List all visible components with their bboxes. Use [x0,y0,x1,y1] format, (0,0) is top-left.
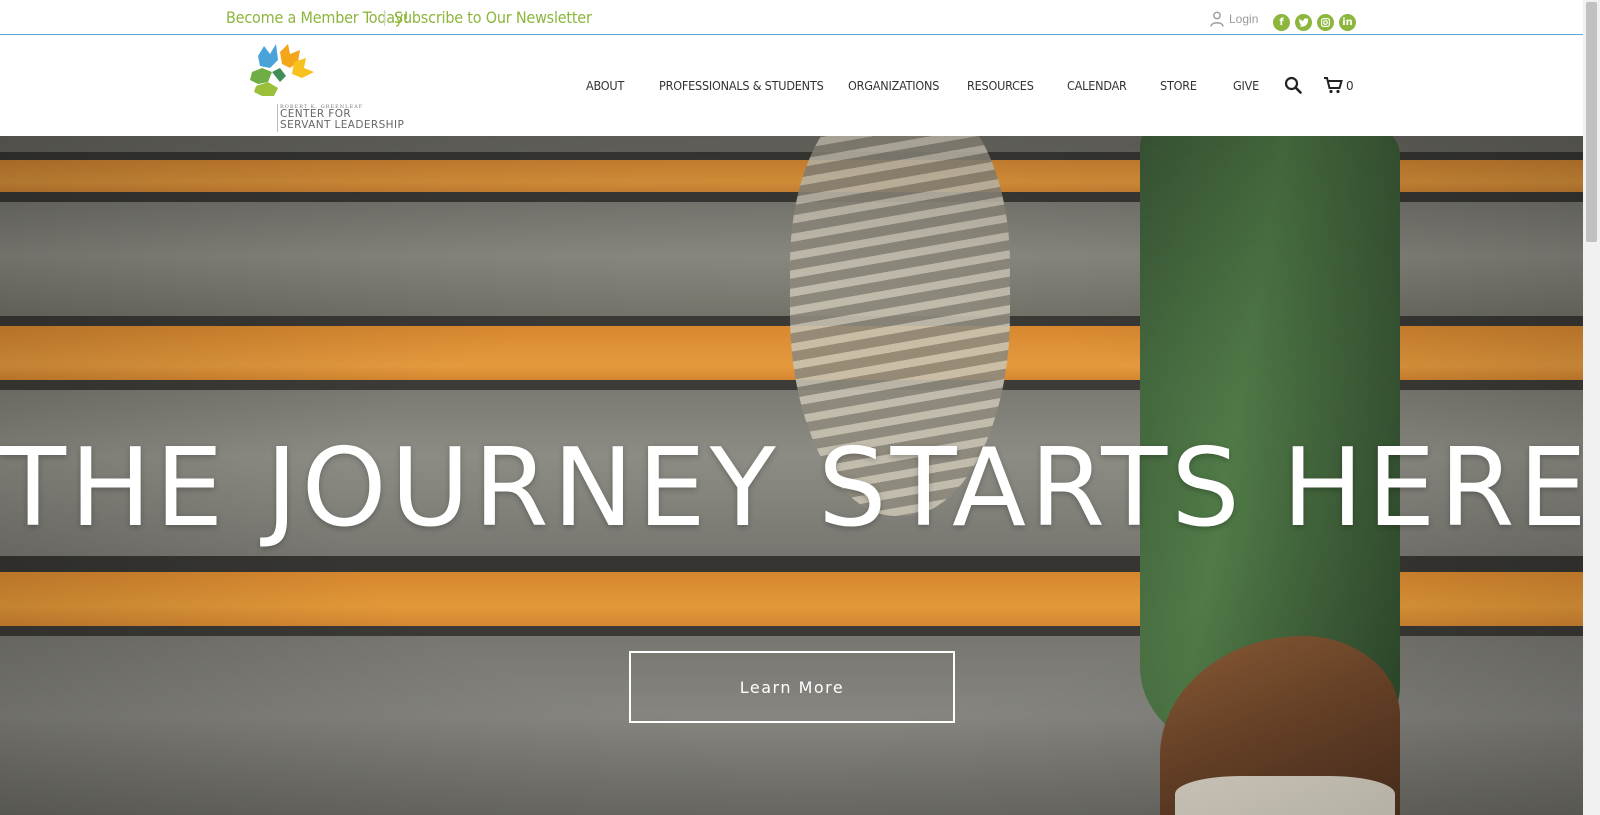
logo-line-2: SERVANT LEADERSHIP [280,119,405,131]
leaf-logo-icon [250,44,314,96]
site-header: ROBERT K. GREENLEAF CENTER FOR SERVANT L… [0,36,1583,136]
top-utility-bar: Become a Member Today! Subscribe to Our … [0,0,1583,35]
logo-divider [277,104,278,132]
page-scrollbar[interactable] [1583,0,1600,815]
top-link-divider [384,10,385,26]
instagram-icon[interactable] [1317,14,1334,31]
twitter-icon[interactable] [1295,14,1312,31]
nav-store[interactable]: STORE [1160,78,1197,93]
login-link[interactable]: Login [1210,10,1258,28]
nav-professionals-students[interactable]: PROFESSIONALS & STUDENTS [659,78,824,93]
nav-about[interactable]: ABOUT [586,78,624,93]
subscribe-newsletter-link[interactable]: Subscribe to Our Newsletter [394,8,592,27]
nav-give[interactable]: GIVE [1233,78,1259,93]
learn-more-button[interactable]: Learn More [629,651,955,723]
login-label: Login [1229,12,1259,26]
cart-count: 0 [1346,79,1354,93]
site-logo[interactable]: ROBERT K. GREENLEAF CENTER FOR SERVANT L… [250,42,410,132]
nav-calendar[interactable]: CALENDAR [1067,78,1127,93]
nav-organizations[interactable]: ORGANIZATIONS [848,78,939,93]
become-member-link[interactable]: Become a Member Today! [226,8,409,27]
cart-icon[interactable] [1323,76,1343,94]
hero-title: THE JOURNEY STARTS HERE [0,426,1583,551]
hero-banner: THE JOURNEY STARTS HERE Learn More [0,136,1583,815]
nav-resources[interactable]: RESOURCES [967,78,1034,93]
facebook-icon[interactable]: f [1273,14,1290,31]
linkedin-icon[interactable]: in [1339,14,1356,31]
scrollbar-thumb[interactable] [1586,2,1597,242]
user-icon [1210,11,1224,27]
logo-text: CENTER FOR SERVANT LEADERSHIP [280,109,404,131]
search-icon[interactable] [1284,76,1302,94]
